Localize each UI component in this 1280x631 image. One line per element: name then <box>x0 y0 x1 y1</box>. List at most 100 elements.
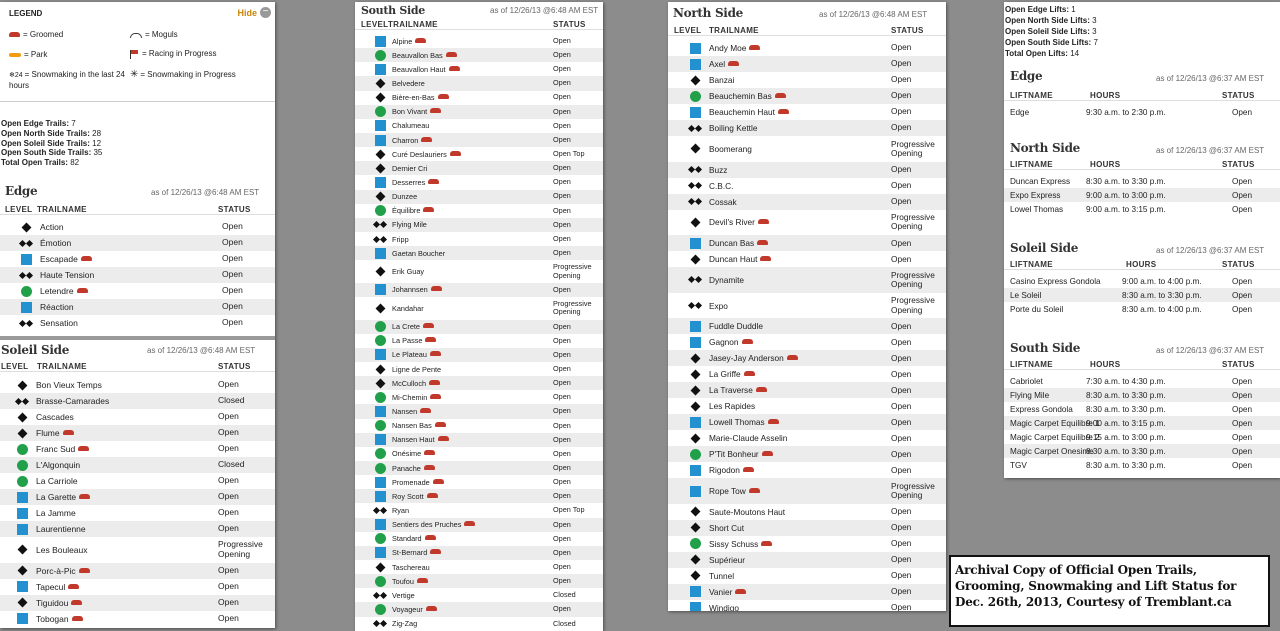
summary-line: Open South Side Trails: 35 <box>1 148 201 158</box>
snowmaking-24h-icon: ❄24 <box>9 72 23 79</box>
trail-name: Zig-Zag <box>392 619 418 629</box>
trail-name: Axel <box>709 59 740 69</box>
groomed-icon <box>423 207 435 213</box>
lift-status: Open <box>1232 204 1253 214</box>
legend-hide-button[interactable]: Hide − <box>237 7 271 18</box>
lift-hours: 9:00 a.m. to 3:00 p.m. <box>1086 190 1166 200</box>
lifts-panel: Open Edge Lifts: 1 Open North Side Lifts:… <box>1004 2 1280 478</box>
trail-name: Dynamite <box>709 274 745 285</box>
summary-value: 35 <box>91 148 103 158</box>
lift-hours: 7:30 a.m. to 4:30 p.m. <box>1086 376 1166 386</box>
lift-status: Open <box>1232 418 1253 428</box>
trail-name: Dunzee <box>392 192 418 202</box>
trail-name: La Crete <box>392 322 434 331</box>
header-status: STATUS <box>1222 90 1255 100</box>
trail-status: Open <box>553 519 571 529</box>
caption-text: Archival Copy of Official Open Trails, G… <box>955 563 1237 609</box>
trail-status: Open <box>218 564 239 575</box>
trail-status: Progressive Opening <box>891 138 935 158</box>
black-diamond-icon <box>688 555 702 565</box>
groomed-icon <box>420 408 432 414</box>
trail-status: Open Top <box>553 505 585 515</box>
trail-status: Open <box>553 248 571 258</box>
table-row: Charron Open <box>355 132 603 148</box>
header-status: STATUS <box>1222 259 1255 269</box>
lift-section-title: South Side <box>1010 341 1081 355</box>
table-row: Gaetan Boucher Open <box>355 246 603 261</box>
lift-status: Open <box>1232 276 1253 286</box>
trail-status: Open <box>891 195 912 206</box>
trail-status: Open <box>553 363 571 373</box>
trail-status: Open <box>891 538 912 549</box>
black-diamond-icon <box>688 571 702 581</box>
trail-status: Open <box>891 106 912 117</box>
trail-status: Open <box>891 522 912 533</box>
table-row: Devil's River Progressive Opening <box>668 210 946 236</box>
table-row: Marie-Claude Asselin Open <box>668 430 946 446</box>
trail-status: Open <box>553 284 571 294</box>
double-black-diamond-icon <box>687 276 703 284</box>
groomed-icon <box>761 451 773 457</box>
trail-name: Standard <box>392 534 436 543</box>
double-black-diamond-icon <box>372 221 388 229</box>
table-row: Dynamite Progressive Opening <box>668 267 946 293</box>
edge-title: Edge <box>5 184 38 198</box>
summary-value: 82 <box>67 158 80 168</box>
soleil-asof: as of 12/26/13 @6:48 AM EST <box>147 346 256 355</box>
lift-name: Casino Express Gondola <box>1010 276 1101 286</box>
table-row: Expo Progressive Opening <box>668 293 946 319</box>
black-diamond-icon <box>688 353 702 364</box>
trail-name: Dernier Cri <box>392 163 428 173</box>
table-row: Tunnel Open <box>668 568 946 584</box>
trail-status: Closed <box>553 618 576 628</box>
blue-square-icon <box>373 247 387 259</box>
groomed-icon <box>777 109 789 114</box>
groomed-icon <box>728 61 740 66</box>
summary-value: 12 <box>89 138 102 148</box>
table-row: Beauvallon Bas Open <box>355 48 603 63</box>
trail-name: Tobogan <box>36 614 83 624</box>
trail-status: Open <box>891 448 912 459</box>
table-row: Porc-à-Pic Open <box>0 562 275 579</box>
trail-name: Saute-Moutons Haut <box>709 506 786 517</box>
blue-square-icon <box>688 602 702 611</box>
trail-status: Closed <box>218 395 245 406</box>
table-row: Le Plateau Open <box>355 347 603 363</box>
table-row: TGV 8:30 a.m. to 3:30 p.m. Open <box>1004 458 1280 472</box>
table-row: Tapecul Open <box>0 579 275 595</box>
header-status: STATUS <box>218 361 251 371</box>
trail-status: Open <box>553 349 571 359</box>
trail-name: Nansen <box>392 407 432 416</box>
trail-name: Sensation <box>40 318 78 328</box>
trail-status: Open <box>553 177 571 187</box>
archival-caption: Archival Copy of Official Open Trails, G… <box>949 555 1270 627</box>
black-diamond-icon <box>15 428 29 438</box>
green-circle-icon <box>373 49 387 61</box>
double-black-diamond-icon <box>18 239 34 247</box>
black-diamond-icon <box>688 523 702 533</box>
trail-name: Desserres <box>392 178 440 187</box>
groomed-icon <box>761 540 773 546</box>
trail-status: Open <box>553 378 571 388</box>
header-trailname: TRAILNAME <box>388 19 438 29</box>
table-row: Desserres Open <box>355 175 603 189</box>
groomed-icon <box>416 577 428 583</box>
trail-status: Open <box>891 320 912 331</box>
trail-name: Flume <box>36 428 74 438</box>
racing-flag-icon <box>130 49 139 59</box>
table-row: Express Gondola 8:30 a.m. to 3:30 p.m. Ope… <box>1004 402 1280 416</box>
table-row: Sissy Schuss Open <box>668 536 946 552</box>
trail-name: Banzai <box>709 75 735 85</box>
trail-name: La Carriole <box>36 476 78 486</box>
table-row: Rigodon Open <box>668 462 946 478</box>
black-diamond-icon <box>373 163 387 174</box>
trail-name: Tiguidou <box>36 598 83 608</box>
lift-name: TGV <box>1010 460 1027 470</box>
groomed-icon <box>437 436 449 442</box>
trail-status: Open <box>553 321 571 331</box>
groomed-icon <box>760 256 772 262</box>
trail-name: Émotion <box>40 238 72 248</box>
blue-square-icon <box>373 63 387 75</box>
trail-status: Open <box>553 477 571 487</box>
trail-name: Flying Mile <box>392 220 427 230</box>
